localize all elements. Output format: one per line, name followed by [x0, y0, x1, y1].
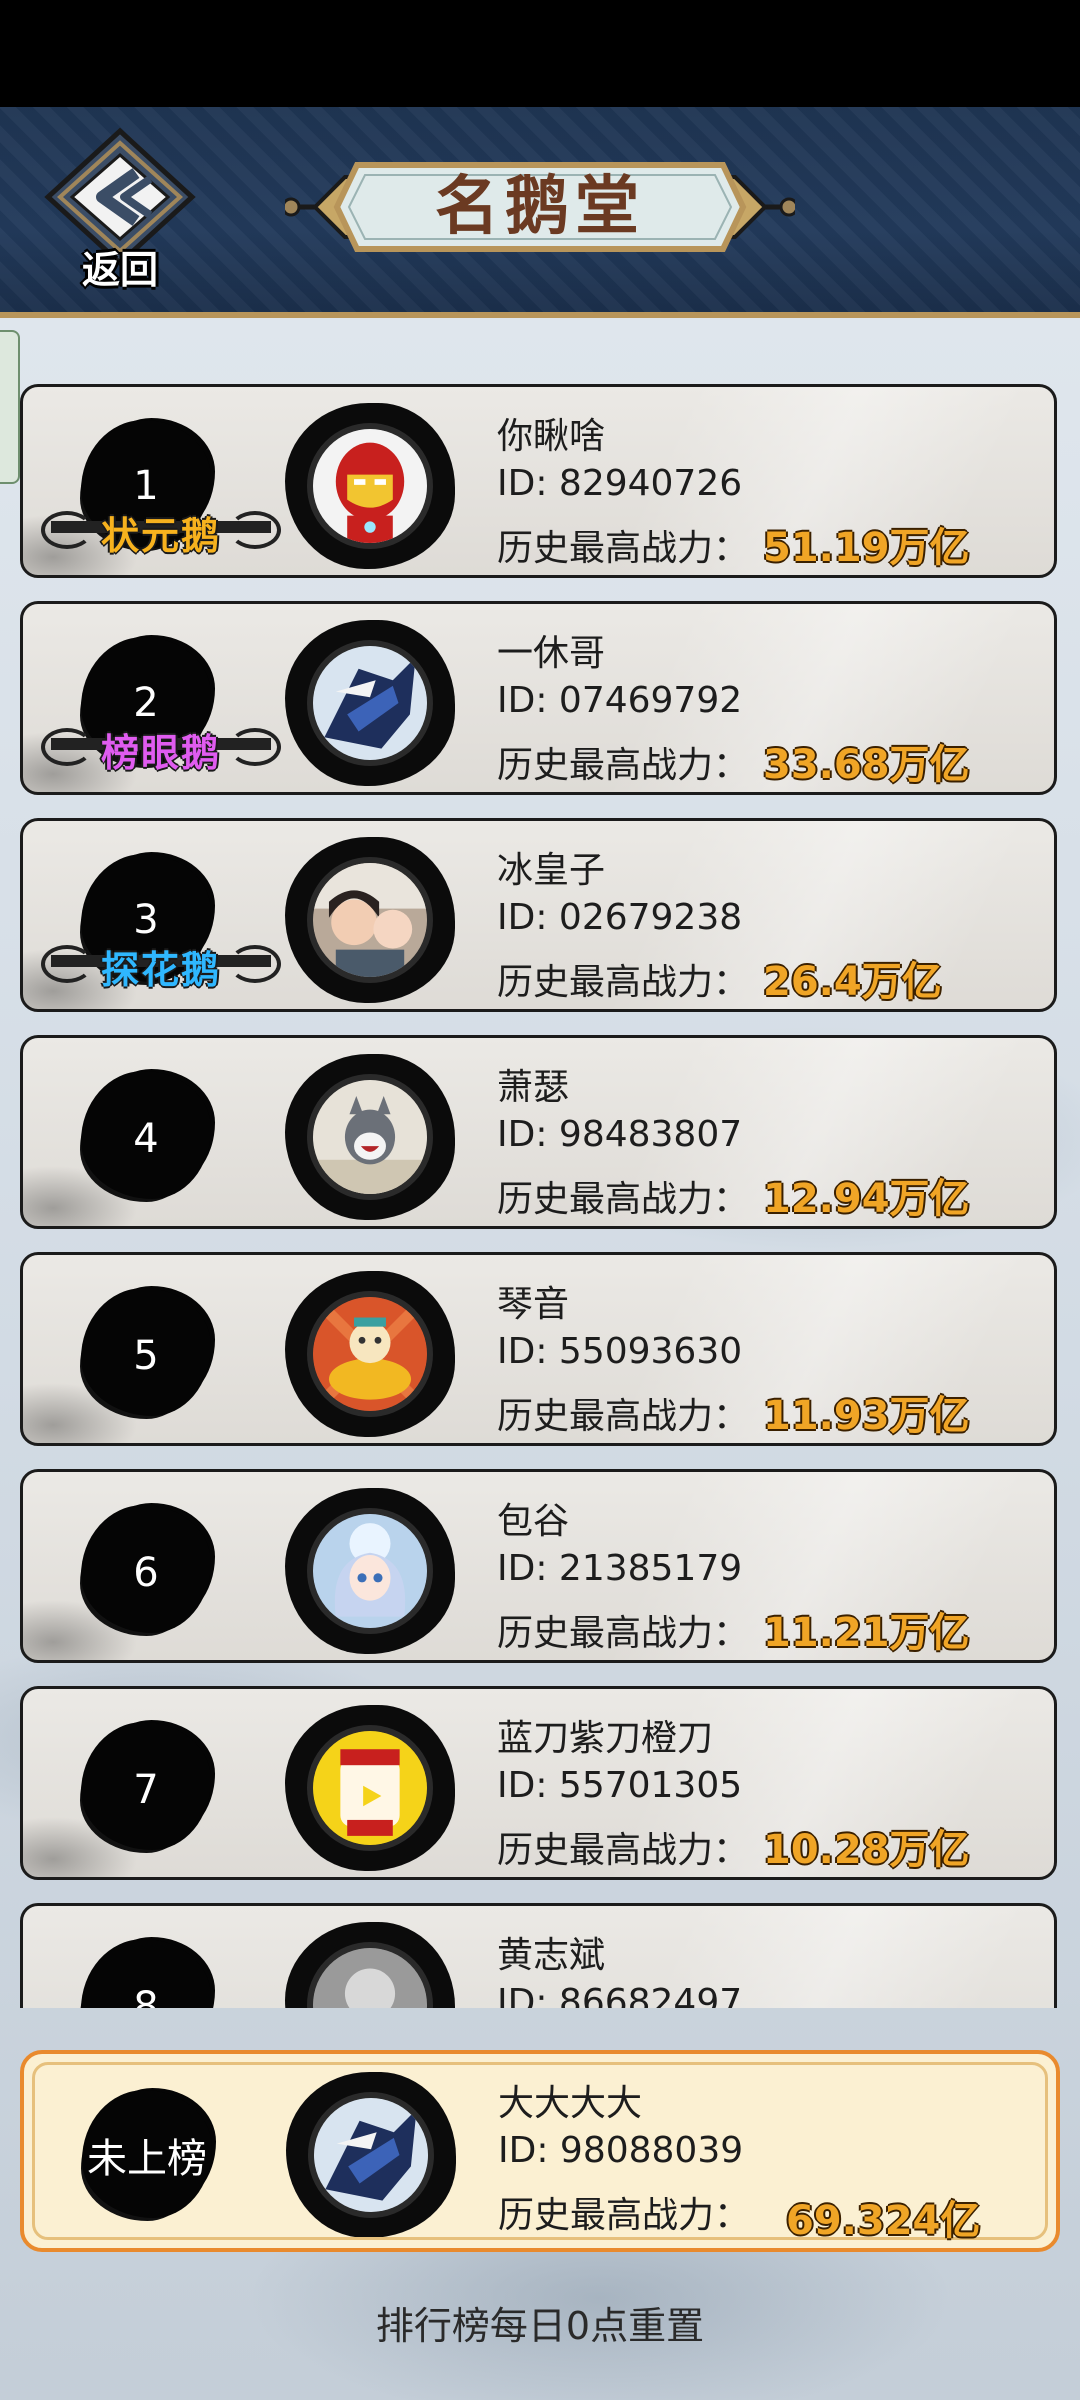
gold-ingot-avatar-icon — [313, 1297, 427, 1411]
rank-card[interactable]: 5 琴音 ID: 55093630 历史最高战力： 11.93万亿 — [20, 1252, 1057, 1446]
rank-card[interactable]: 7 蓝刀紫刀橙刀 ID: 55701305 历史最高战力： 10.28万亿 — [20, 1686, 1057, 1880]
my-rank-status: 未上榜 — [87, 2136, 207, 2182]
player-id: ID: 07469792 — [497, 680, 743, 721]
player-avatar[interactable] — [285, 1705, 455, 1871]
power-value: 26.4万亿 — [763, 959, 942, 1005]
rank-number: 7 — [133, 1767, 159, 1813]
rank-number: 4 — [133, 1116, 159, 1162]
my-power-value: 69.324亿 — [786, 2198, 981, 2244]
my-player-name: 大大大大 — [498, 2083, 643, 2124]
my-rank-card[interactable]: 未上榜 大大大大 ID: 98088039 历史最高战力： 69.324亿 — [20, 2050, 1060, 2252]
power-value: 12.94万亿 — [763, 1176, 970, 1222]
header-bar: 返回 名鹅堂 — [0, 107, 1080, 318]
rank-title: 探花鹅 — [100, 948, 221, 992]
ranking-list[interactable]: 1 状元鹅 你瞅啥 ID: 82940726 历史最高战力： 51.19万亿 2 榜眼鹅 一休哥… — [0, 318, 1080, 2008]
anime-girl-avatar-icon — [313, 1514, 427, 1628]
player-name: 黄志斌 — [497, 1935, 606, 1976]
rank-number: 5 — [133, 1333, 159, 1379]
player-name: 萧瑟 — [497, 1067, 570, 1108]
player-avatar[interactable] — [285, 1922, 455, 2008]
my-avatar[interactable] — [286, 2072, 456, 2238]
power-label: 历史最高战力： — [497, 745, 750, 786]
ninja-avatar-icon — [313, 646, 427, 760]
player-id: ID: 55701305 — [497, 1765, 743, 1806]
rank-card[interactable]: 6 包谷 ID: 21385179 历史最高战力： 11.21万亿 — [20, 1469, 1057, 1663]
rank-card[interactable]: 1 状元鹅 你瞅啥 ID: 82940726 历史最高战力： 51.19万亿 — [20, 384, 1057, 578]
player-id: ID: 55093630 — [497, 1331, 743, 1372]
rank-number: 3 — [133, 897, 159, 943]
rank-title: 榜眼鹅 — [100, 731, 221, 775]
player-name: 琴音 — [497, 1284, 570, 1325]
player-id: ID: 02679238 — [497, 897, 743, 938]
power-label: 历史最高战力： — [497, 528, 750, 569]
photo-avatar-icon — [313, 863, 427, 977]
player-name: 你瞅啥 — [497, 416, 606, 457]
player-avatar[interactable] — [285, 1271, 455, 1437]
rank-card[interactable]: 8黄志斌ID: 86682497历史最高战力： — [20, 1903, 1057, 2008]
player-id: ID: 86682497 — [497, 1982, 743, 2008]
power-value: 51.19万亿 — [763, 525, 970, 571]
back-button[interactable]: 返回 — [40, 127, 200, 297]
power-label: 历史最高战力： — [497, 1830, 750, 1871]
rank-number: 6 — [133, 1550, 159, 1596]
player-id: ID: 21385179 — [497, 1548, 743, 1589]
my-player-id: ID: 98088039 — [498, 2130, 744, 2171]
rank-number: 2 — [133, 680, 159, 726]
player-name: 包谷 — [497, 1501, 570, 1542]
rank-card[interactable]: 3 探花鹅 冰皇子 ID: 02679238 历史最高战力： 26.4万亿 — [20, 818, 1057, 1012]
grey-photo-avatar-icon — [313, 1948, 427, 2008]
rank-card[interactable]: 4 萧瑟 ID: 98483807 历史最高战力： 12.94万亿 — [20, 1035, 1057, 1229]
power-value: 33.68万亿 — [763, 742, 970, 788]
player-id: ID: 98483807 — [497, 1114, 743, 1155]
my-power-label: 历史最高战力： — [498, 2195, 751, 2236]
iron-man-avatar-icon — [313, 429, 427, 543]
player-avatar[interactable] — [285, 1488, 455, 1654]
reset-note: 排行榜每日0点重置 — [375, 2304, 705, 2348]
ninja-avatar-icon — [314, 2098, 428, 2212]
player-avatar[interactable] — [285, 403, 455, 569]
player-avatar[interactable] — [285, 620, 455, 786]
player-avatar[interactable] — [285, 837, 455, 1003]
back-label: 返回 — [81, 248, 158, 292]
rank-number: 8 — [133, 1984, 159, 2008]
rank-title-banner: 状元鹅 — [41, 505, 281, 558]
player-name: 冰皇子 — [497, 850, 606, 891]
power-label: 历史最高战力： — [497, 1613, 750, 1654]
player-avatar[interactable] — [285, 1054, 455, 1220]
page-title: 名鹅堂 — [435, 169, 645, 244]
power-label: 历史最高战力： — [497, 1396, 750, 1437]
player-name: 一休哥 — [497, 633, 606, 674]
power-label: 历史最高战力： — [497, 962, 750, 1003]
rank-title-banner: 榜眼鹅 — [41, 722, 281, 775]
yellow-chicken-avatar-icon — [313, 1731, 427, 1845]
power-label: 历史最高战力： — [497, 1179, 750, 1220]
player-id: ID: 82940726 — [497, 463, 743, 504]
rank-title-banner: 探花鹅 — [41, 939, 281, 992]
power-value: 11.93万亿 — [763, 1393, 970, 1439]
cartoon-cat-avatar-icon — [313, 1080, 427, 1194]
power-value: 11.21万亿 — [763, 1610, 970, 1656]
rank-card[interactable]: 2 榜眼鹅 一休哥 ID: 07469792 历史最高战力： 33.68万亿 — [20, 601, 1057, 795]
title-plaque: 名鹅堂 — [285, 147, 795, 267]
status-bar — [0, 0, 1080, 107]
power-value: 10.28万亿 — [763, 1827, 970, 1873]
rank-number: 1 — [133, 463, 159, 509]
rank-title: 状元鹅 — [100, 514, 221, 558]
player-name: 蓝刀紫刀橙刀 — [497, 1718, 714, 1759]
